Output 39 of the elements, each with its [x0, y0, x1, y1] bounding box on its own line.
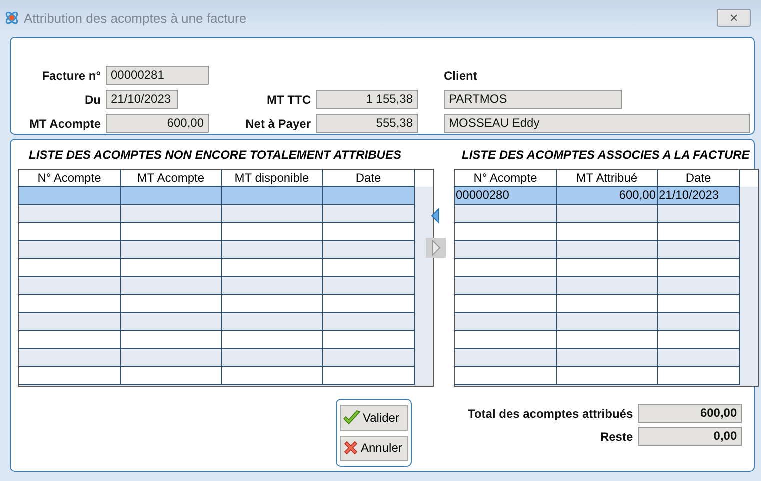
table-cell: 00000280: [455, 187, 557, 205]
column-header[interactable]: MT disponible: [222, 170, 323, 187]
left-triangle-icon: [431, 208, 441, 224]
column-header[interactable]: MT Attribué: [557, 170, 658, 187]
field-label: Client: [444, 68, 478, 82]
total-field: 0,00: [638, 427, 742, 446]
column-header[interactable]: N° Acompte: [19, 170, 121, 187]
grid-row[interactable]: 00000280 600,00 21/10/2023: [455, 187, 758, 205]
client-code-field: PARTMOS: [444, 90, 622, 109]
right-triangle-icon: [431, 240, 441, 256]
total-field: 600,00: [638, 404, 742, 423]
amount-field: 1 155,38: [316, 90, 418, 109]
cross-icon: [343, 440, 359, 456]
checkmark-icon: [343, 410, 361, 426]
table-cell: 600,00: [557, 187, 658, 205]
client-name-field: MOSSEAU Eddy: [444, 114, 750, 133]
column-header[interactable]: Date: [323, 170, 415, 187]
amount-field: 555,38: [316, 114, 418, 133]
column-header[interactable]: Date: [658, 170, 740, 187]
field-label: MT TTC: [266, 92, 312, 106]
field-label: Net à Payer: [244, 116, 312, 130]
total-label: Total des acomptes attribués: [468, 406, 634, 420]
list-title: LISTE DES ACOMPTES NON ENCORE TOTALEMENT ATTRIBUES: [28, 148, 402, 164]
close-button[interactable]: ✕: [717, 9, 751, 27]
table-cell: 21/10/2023: [658, 187, 740, 205]
window-title: Attribution des acomptes à une facture: [24, 10, 247, 26]
field-label: MT Acompte: [28, 116, 102, 130]
date-field: 21/10/2023: [106, 90, 178, 109]
column-header[interactable]: N° Acompte: [455, 170, 557, 187]
column-header[interactable]: MT Acompte: [121, 170, 222, 187]
atom-icon: [4, 10, 20, 26]
total-label: Reste: [600, 430, 634, 444]
field-label: Du: [84, 92, 102, 106]
amount-field: 600,00: [106, 114, 209, 133]
cancel-button[interactable]: Annuler: [340, 436, 408, 461]
list-title: LISTE DES ACOMPTES ASSOCIES A LA FACTURE: [461, 148, 751, 164]
invoice-number-field: 00000281: [106, 66, 209, 85]
validate-button[interactable]: Valider: [340, 405, 408, 430]
field-label: Facture n°: [41, 68, 102, 82]
